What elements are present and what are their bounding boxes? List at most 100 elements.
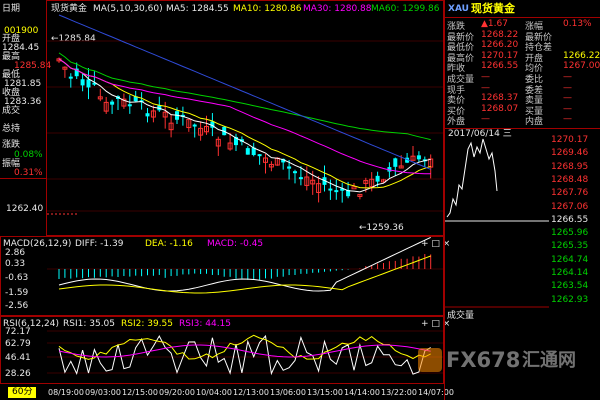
quote-row: 外盘 — 内盘 — <box>445 114 600 128</box>
intraday-level: 1269.46 <box>551 148 589 159</box>
quote-row: 最低价 1266.20 持仓差 <box>445 40 600 53</box>
quote-value: 0.13% <box>563 19 592 29</box>
candle-body <box>127 104 132 107</box>
quote-code: XAU <box>448 4 469 14</box>
watermark-brand: FX678 <box>446 348 521 372</box>
quote-value: — <box>563 103 572 114</box>
ma30-line <box>58 58 431 175</box>
intraday-level: 1264.74 <box>551 254 589 265</box>
quote-row: 涨跌 ▲1.67 涨幅 0.13% <box>445 19 600 32</box>
macd-chart <box>47 237 443 294</box>
x-axis-date: 13/15:00 <box>307 388 343 397</box>
intraday-level: 1265.96 <box>551 228 589 239</box>
quote-label: 内盘 <box>525 117 544 128</box>
quote-row: 买价 1268.07 买量 — <box>445 103 600 117</box>
change-label: 涨跌 <box>2 140 21 150</box>
long-ma-line <box>58 14 431 170</box>
x-axis-date: 13/06:00 <box>270 388 306 397</box>
watermark: FX678 汇通网 <box>418 344 588 378</box>
x-axis-date: 08/19:00 <box>48 388 84 397</box>
candle-body <box>293 171 297 174</box>
price-level-1262: 1262.40 <box>6 204 44 214</box>
intraday-level: 1262.93 <box>551 294 589 305</box>
candle-body <box>393 158 398 167</box>
intraday-level: 1268.48 <box>551 174 589 185</box>
intraday-level: 1266.55 <box>551 214 589 225</box>
quote-row: 成交量 — 委比 — <box>445 72 600 85</box>
volume-label: 成交 <box>2 106 21 116</box>
candle-body <box>416 155 421 160</box>
divider <box>0 178 46 179</box>
intraday-level: 1268.95 <box>551 161 589 172</box>
candle-body <box>298 177 303 180</box>
brand-logo-icon <box>418 348 442 372</box>
quote-value: ▲1.67 <box>481 19 508 29</box>
amplitude-value: 0.31% <box>14 168 43 178</box>
intraday-level: 1267.06 <box>551 201 589 212</box>
quote-value: 1267.00 <box>563 61 600 72</box>
x-axis-date: 13/22:00 <box>381 388 417 397</box>
quote-value: — <box>563 93 572 104</box>
intraday-level: 1270.17 <box>551 135 589 145</box>
main-chart-panel[interactable]: 现货黄金 MA(5,10,30,60) MA5: 1284.55 MA10: 1… <box>46 0 444 236</box>
candle-body <box>328 188 333 191</box>
candle-body <box>334 190 339 193</box>
quote-value: — <box>481 114 490 125</box>
candle-body <box>145 113 150 117</box>
candlestick-chart <box>47 14 443 215</box>
quote-panel: XAU 现货黄金 涨跌 ▲1.67 涨幅 0.13% 最新价 1268.22 最新价 最低价 1… <box>444 0 600 128</box>
intraday-level: 1265.35 <box>551 241 589 252</box>
intraday-level: 1264.14 <box>551 268 589 278</box>
quote-row: 最高价 1270.17 开盘 1266.22 <box>445 50 600 64</box>
quote-value: 1266.22 <box>563 50 600 61</box>
candle-body <box>86 79 91 88</box>
x-axis-date: 09/03:00 <box>85 388 121 397</box>
quote-value: — <box>481 72 490 82</box>
quote-value: — <box>563 82 572 93</box>
x-axis-date: 10/04:00 <box>196 388 232 397</box>
quote-value: 1266.55 <box>481 61 519 72</box>
quote-value: 1270.17 <box>481 50 519 61</box>
quote-value: 1268.37 <box>481 93 519 104</box>
candle-body <box>80 79 85 86</box>
candle-body <box>351 186 357 190</box>
quote-header: XAU 现货黄金 <box>445 0 600 18</box>
date-label: 日期 <box>2 4 21 14</box>
x-axis-dates: 08/19:00 09/03:00 12/15:00 09/20:00 10/04:00… <box>46 384 454 400</box>
quote-label: 外盘 <box>447 117 466 128</box>
quote-row: 现手 — 委差 — <box>445 82 600 96</box>
rsi-chart <box>47 330 443 376</box>
intraday-level: 1267.76 <box>551 188 589 199</box>
quote-value: 1266.20 <box>481 40 519 51</box>
candle-body <box>287 166 292 169</box>
intraday-level: 1263.54 <box>551 281 589 292</box>
x-axis-date: 12/15:00 <box>122 388 158 397</box>
quote-value: — <box>563 114 572 125</box>
candle-body <box>192 124 197 127</box>
macd-diff-line <box>58 237 431 292</box>
x-axis-date: 14/14:00 <box>344 388 380 397</box>
quote-table: 涨跌 ▲1.67 涨幅 0.13% 最新价 1268.22 最新价 最低价 1266.20 持仓差… <box>445 19 600 127</box>
rsi1-line <box>58 334 431 376</box>
macd-dea-line <box>58 255 431 294</box>
quote-row: 最新价 1268.22 最新价 <box>445 29 600 43</box>
candle-body <box>245 148 250 155</box>
quote-name: 现货黄金 <box>471 2 515 15</box>
quote-row: 卖价 1268.37 卖量 — <box>445 93 600 106</box>
watermark-site: 汇通网 <box>522 350 576 371</box>
candle-body <box>110 101 115 105</box>
position-label: 总持 <box>2 124 21 134</box>
candle-body <box>257 154 262 157</box>
x-axis-date: 12/13:00 <box>233 388 269 397</box>
rsi-panel[interactable]: RSI(6,12,24) RSI1: 35.05 RSI2: 39.55 RSI… <box>0 316 450 384</box>
x-axis-date: 09/20:00 <box>159 388 195 397</box>
intraday-price-line <box>446 138 498 218</box>
macd-panel[interactable]: MACD(26,12,9) DIFF: -1.39 DEA: -1.16 MAC… <box>0 236 450 316</box>
quote-value: — <box>481 82 490 93</box>
period-tab[interactable]: 60分 <box>8 387 37 398</box>
quote-value: 1268.22 <box>481 29 519 40</box>
x-axis: 60分 08/19:00 09/03:00 12/15:00 09/20:00 10/0… <box>0 384 454 400</box>
candle-body <box>375 175 380 182</box>
quote-value: 1268.07 <box>481 103 519 114</box>
quote-row: 昨收 1266.55 均价 1267.00 <box>445 61 600 74</box>
